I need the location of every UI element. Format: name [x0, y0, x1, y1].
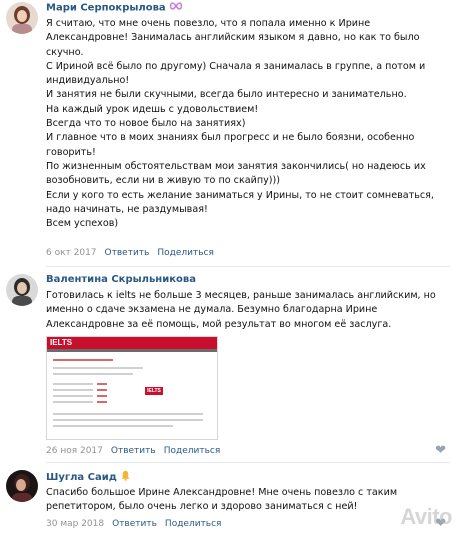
attachment-line: [53, 373, 133, 375]
attachment-line: [53, 419, 203, 421]
comment-date[interactable]: 26 ноя 2017: [46, 446, 103, 456]
ielts-mini-logo: IELTS: [145, 387, 163, 395]
reply-button[interactable]: Ответить: [112, 519, 157, 529]
comment-date[interactable]: 30 мар 2018: [46, 519, 104, 529]
attachment-line: [53, 367, 143, 369]
comment-text: Я считаю, что мне очень повезло, что я п…: [46, 18, 434, 230]
attachment-nav: [47, 349, 217, 352]
divider: [46, 266, 450, 267]
comment-meta: 26 ноя 2017 Ответить Поделиться: [46, 446, 220, 456]
attachment-line: [53, 395, 93, 397]
comment-text: Готовилась к ielts не больше 3 месяцев, …: [46, 290, 436, 330]
divider: [46, 462, 450, 463]
comment-author[interactable]: Мари Серпокрылова: [46, 2, 183, 14]
attachment-line: [97, 383, 107, 385]
share-button[interactable]: Поделиться: [157, 248, 214, 258]
attachment-line: [53, 413, 203, 415]
comment-date[interactable]: 6 окт 2017: [46, 248, 97, 258]
attachment-line: [53, 359, 113, 361]
avatar[interactable]: [6, 274, 38, 306]
avito-watermark: Avito: [400, 504, 452, 529]
comment-author[interactable]: Шугла Саид: [46, 470, 131, 484]
share-button[interactable]: Поделиться: [164, 446, 221, 456]
infinity-icon: [169, 2, 183, 13]
reply-button[interactable]: Ответить: [105, 248, 150, 258]
attachment-line: [53, 425, 173, 427]
comment-author[interactable]: Валентина Скрыльникова: [46, 274, 196, 285]
attachment-line: [97, 389, 107, 391]
ielts-attachment-image[interactable]: IELTS IELTS: [46, 336, 218, 440]
avatar[interactable]: [6, 470, 38, 502]
ielts-logo: IELTS: [50, 338, 73, 347]
share-button[interactable]: Поделиться: [165, 519, 222, 529]
attachment-line: [53, 401, 93, 403]
bell-icon: [120, 470, 131, 484]
comment-text: Спасибо большое Ирине Александровне! Мне…: [46, 487, 398, 513]
attachment-line: [97, 395, 107, 397]
attachment-line: [53, 383, 93, 385]
heart-icon[interactable]: ❤: [435, 443, 446, 458]
attachment-line: [97, 401, 107, 403]
reply-button[interactable]: Ответить: [111, 446, 156, 456]
attachment-line: [53, 389, 93, 391]
comment-meta: 6 окт 2017 Ответить Поделиться: [46, 248, 214, 258]
comment-meta: 30 мар 2018 Ответить Поделиться: [46, 519, 221, 529]
attachment-header: IELTS: [47, 337, 217, 349]
avatar[interactable]: [6, 2, 38, 34]
